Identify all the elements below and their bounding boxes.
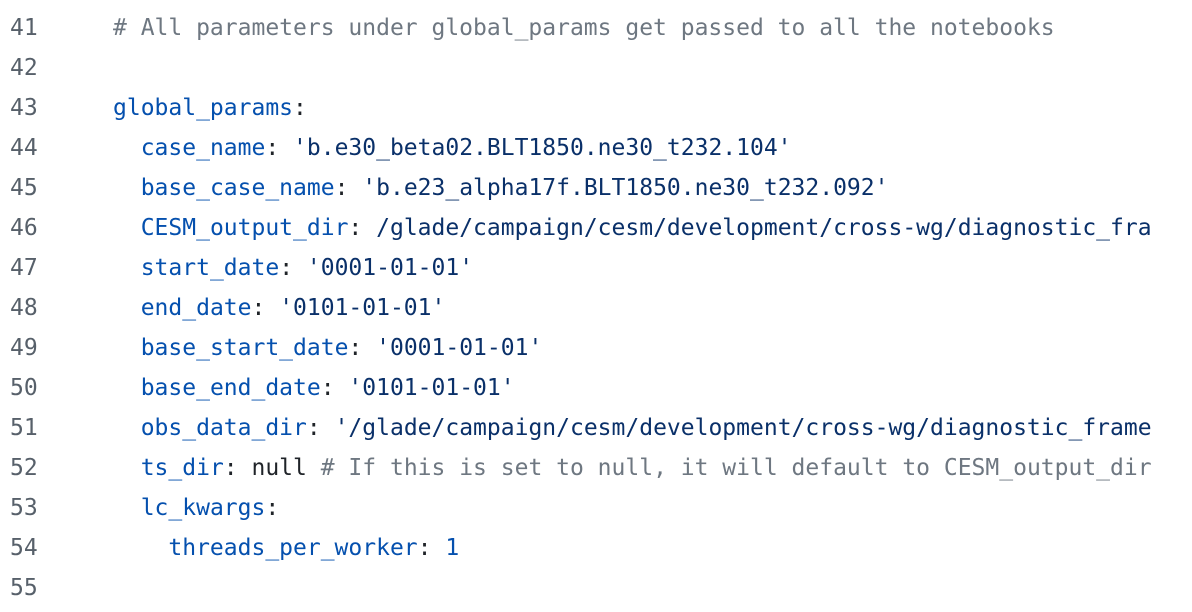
yaml-punctuation: : xyxy=(293,95,307,121)
line-number[interactable]: 48 xyxy=(10,288,70,328)
yaml-key: end_date xyxy=(140,295,252,321)
code-line: 51 obs_data_dir: '/glade/campaign/cesm/d… xyxy=(0,408,1192,448)
line-content: base_end_date: '0101-01-01' xyxy=(113,368,1192,408)
line-content: threads_per_worker: 1 xyxy=(113,528,1192,568)
line-content: base_start_date: '0001-01-01' xyxy=(113,328,1192,368)
code-line: 54 threads_per_worker: 1 xyxy=(0,528,1192,568)
code-line: 41 # All parameters under global_params g… xyxy=(0,8,1192,48)
yaml-value: 'b.e23_alpha17f.BLT1850.ne30_t232.092' xyxy=(362,175,889,201)
yaml-punctuation: : xyxy=(306,415,335,441)
code-line: 45 base_case_name: 'b.e23_alpha17f.BLT18… xyxy=(0,168,1192,208)
yaml-key: base_start_date xyxy=(140,335,349,361)
line-number[interactable]: 42 xyxy=(10,48,70,88)
yaml-punctuation: : xyxy=(279,255,307,281)
line-number[interactable]: 45 xyxy=(10,168,70,208)
code-line: 43 global_params: xyxy=(0,88,1192,128)
line-content: # All parameters under global_params get… xyxy=(113,8,1192,48)
yaml-number: 1 xyxy=(445,535,460,561)
line-number[interactable]: 51 xyxy=(10,408,70,448)
yaml-value: 'b.e30_beta02.BLT1850.ne30_t232.104' xyxy=(293,135,792,161)
code-line: 50 base_end_date: '0101-01-01' xyxy=(0,368,1192,408)
line-number[interactable]: 55 xyxy=(10,568,70,608)
yaml-punctuation: : xyxy=(417,535,446,561)
yaml-key: threads_per_worker xyxy=(168,535,418,561)
yaml-punctuation: : xyxy=(334,175,363,201)
code-line: 46 CESM_output_dir: /glade/campaign/cesm… xyxy=(0,208,1192,248)
yaml-punctuation: : null xyxy=(223,455,321,481)
line-number[interactable]: 44 xyxy=(10,128,70,168)
yaml-value: '0101-01-01' xyxy=(279,295,446,321)
line-content: lc_kwargs: xyxy=(113,488,1192,528)
code-line: 49 base_start_date: '0001-01-01' xyxy=(0,328,1192,368)
line-number[interactable]: 41 xyxy=(10,8,70,48)
yaml-key: global_params xyxy=(113,95,294,121)
yaml-punctuation: : xyxy=(320,375,349,401)
line-number[interactable]: 47 xyxy=(10,248,70,288)
line-number[interactable]: 53 xyxy=(10,488,70,528)
code-line: 42 xyxy=(0,48,1192,88)
code-view: 41 # All parameters under global_params g… xyxy=(0,8,1192,608)
yaml-key: lc_kwargs xyxy=(140,495,266,521)
yaml-punctuation: : xyxy=(251,295,280,321)
yaml-value: '/glade/campaign/cesm/development/cross-… xyxy=(334,415,1152,441)
yaml-comment: # All parameters under global_params get… xyxy=(113,15,1055,41)
yaml-value: /glade/campaign/cesm/development/cross-w… xyxy=(376,215,1152,241)
yaml-comment: # If this is set to null, it will defaul… xyxy=(320,455,1152,481)
line-content: obs_data_dir: '/glade/campaign/cesm/deve… xyxy=(113,408,1192,448)
line-content: global_params: xyxy=(113,88,1192,128)
line-number[interactable]: 50 xyxy=(10,368,70,408)
line-number[interactable]: 52 xyxy=(10,448,70,488)
line-content: end_date: '0101-01-01' xyxy=(113,288,1192,328)
yaml-punctuation: : xyxy=(265,135,294,161)
line-number[interactable]: 46 xyxy=(10,208,70,248)
yaml-value: '0001-01-01' xyxy=(376,335,543,361)
line-content: base_case_name: 'b.e23_alpha17f.BLT1850.… xyxy=(113,168,1192,208)
yaml-key: start_date xyxy=(140,255,280,281)
yaml-value: '0001-01-01' xyxy=(306,255,474,281)
line-number[interactable]: 49 xyxy=(10,328,70,368)
code-line: 48 end_date: '0101-01-01' xyxy=(0,288,1192,328)
yaml-punctuation: : xyxy=(265,495,280,521)
line-number[interactable]: 54 xyxy=(10,528,70,568)
yaml-value: '0101-01-01' xyxy=(348,375,515,401)
yaml-key: obs_data_dir xyxy=(140,415,307,441)
line-content: ts_dir: null # If this is set to null, i… xyxy=(113,448,1192,488)
line-number[interactable]: 43 xyxy=(10,88,70,128)
code-line: 44 case_name: 'b.e30_beta02.BLT1850.ne30… xyxy=(0,128,1192,168)
yaml-punctuation: : xyxy=(348,335,377,361)
line-content: start_date: '0001-01-01' xyxy=(113,248,1192,288)
code-line: 55 xyxy=(0,568,1192,608)
code-line: 52 ts_dir: null # If this is set to null… xyxy=(0,448,1192,488)
code-line: 53 lc_kwargs: xyxy=(0,488,1192,528)
line-content: CESM_output_dir: /glade/campaign/cesm/de… xyxy=(113,208,1192,248)
yaml-punctuation: : xyxy=(348,215,377,241)
line-content: case_name: 'b.e30_beta02.BLT1850.ne30_t2… xyxy=(113,128,1192,168)
yaml-key: ts_dir xyxy=(140,455,224,481)
yaml-key: base_end_date xyxy=(140,375,321,401)
yaml-key: case_name xyxy=(140,135,266,161)
yaml-key: base_case_name xyxy=(140,175,335,201)
yaml-key: CESM_output_dir xyxy=(140,215,349,241)
code-line: 47 start_date: '0001-01-01' xyxy=(0,248,1192,288)
